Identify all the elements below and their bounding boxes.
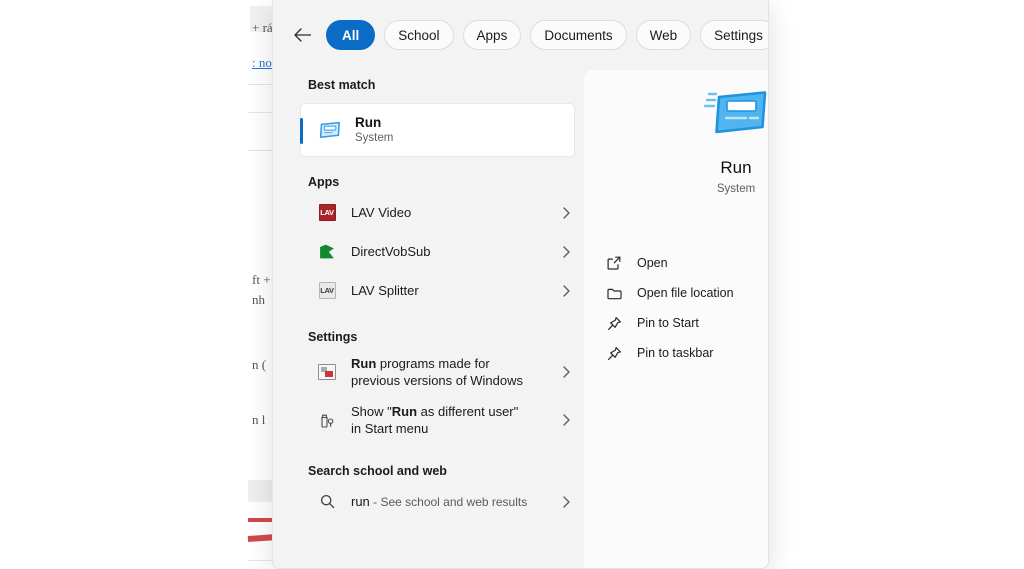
result-label: DirectVobSub — [351, 243, 431, 259]
chevron-right-icon[interactable] — [557, 245, 575, 258]
result-row-run-compatibility[interactable]: Run programs made for previous versions … — [300, 348, 575, 396]
folder-icon — [603, 287, 625, 300]
lav-splitter-icon-glyph: LAV — [318, 282, 336, 299]
bg-text-fragment: n ( — [252, 357, 267, 372]
lav-splitter-icon: LAV — [314, 282, 340, 299]
best-match-text: Run System — [355, 115, 393, 146]
back-icon[interactable] — [287, 20, 317, 50]
background-document: + rá : no ft + nh n ( n l — [0, 0, 290, 569]
chevron-right-icon[interactable] — [557, 366, 575, 378]
result-row-lav-splitter[interactable]: LAV LAV Splitter — [300, 271, 575, 310]
action-pin-to-taskbar[interactable]: Pin to taskbar — [597, 338, 768, 368]
group-header-apps: Apps — [308, 175, 340, 189]
action-label: Open file location — [637, 286, 734, 300]
bg-text-fragment: + rá — [252, 20, 273, 35]
flyout-body: Best match Run System Apps LAV LAV Video… — [273, 70, 768, 568]
result-label: Show "Run as different user" in Start me… — [351, 403, 557, 437]
compatibility-icon — [314, 364, 340, 380]
result-label: Run programs made for previous versions … — [351, 355, 557, 389]
filter-tab-apps[interactable]: Apps — [462, 20, 522, 50]
bg-text-fragment: ft + — [252, 272, 271, 287]
directvobsub-icon — [314, 243, 340, 260]
result-label-highlight: Run — [391, 403, 418, 419]
result-row-directvobsub[interactable]: DirectVobSub — [300, 232, 575, 271]
group-header-search-school-and-web: Search school and web — [308, 464, 447, 478]
search-icon — [314, 494, 340, 509]
preview-hero: Run System — [584, 70, 768, 218]
chevron-right-icon[interactable] — [557, 414, 575, 426]
action-label: Open — [637, 256, 668, 270]
result-label: run - See school and web results — [351, 493, 557, 511]
web-search-suffix: - See school and web results — [369, 494, 528, 509]
group-header-best-match: Best match — [308, 78, 376, 92]
bg-text-fragment: nh — [252, 292, 265, 307]
directvobsub-icon-glyph — [319, 243, 336, 260]
best-match-card-run[interactable]: Run System — [300, 103, 575, 157]
run-dialog-icon-large — [700, 86, 768, 144]
result-row-web-search[interactable]: run - See school and web results — [300, 482, 575, 521]
chevron-right-icon[interactable] — [557, 284, 575, 297]
result-label-line2: in Start menu — [351, 421, 429, 436]
action-pin-to-start[interactable]: Pin to Start — [597, 308, 768, 338]
result-label-rest: as different user" — [417, 403, 519, 419]
result-label: LAV Splitter — [351, 282, 419, 298]
search-results-list: Best match Run System Apps LAV LAV Video… — [273, 70, 584, 568]
preview-subtitle: System — [716, 183, 756, 195]
best-match-subtitle: System — [355, 132, 394, 145]
chevron-right-icon[interactable] — [557, 495, 575, 508]
run-dialog-icon — [315, 121, 345, 139]
result-label: LAV Video — [351, 204, 412, 220]
bg-text-fragment: n l — [252, 412, 266, 427]
preview-pane: Run System Open Open file location Pin t… — [584, 70, 768, 568]
action-label: Pin to Start — [637, 316, 699, 330]
compatibility-icon-glyph — [318, 364, 336, 380]
pin-icon — [603, 316, 625, 331]
group-header-settings: Settings — [308, 330, 358, 344]
lav-video-icon-glyph: LAV — [318, 204, 336, 221]
open-external-icon — [603, 256, 625, 270]
user-switch-icon — [314, 412, 340, 428]
result-row-lav-video[interactable]: LAV LAV Video — [300, 193, 575, 232]
result-label-lead: Show " — [351, 403, 392, 419]
filter-tab-all[interactable]: All — [326, 20, 376, 50]
screen-root: + rá : no ft + nh n ( n l All School App… — [0, 0, 1024, 569]
filter-tab-documents[interactable]: Documents — [530, 20, 627, 50]
pin-icon — [603, 346, 625, 361]
lav-video-icon: LAV — [314, 204, 340, 221]
bg-text-fragment-link: : no — [252, 55, 272, 70]
chevron-right-icon[interactable] — [557, 206, 575, 219]
search-flyout: All School Apps Documents Web Settings B… — [272, 0, 769, 569]
result-label-highlight: Run — [351, 355, 377, 371]
result-label-line2: previous versions of Windows — [351, 373, 523, 388]
action-open-file-location[interactable]: Open file location — [597, 278, 768, 308]
action-open[interactable]: Open — [597, 248, 768, 278]
search-filter-bar: All School Apps Documents Web Settings — [273, 0, 768, 70]
filter-tab-web[interactable]: Web — [635, 20, 692, 50]
best-match-title: Run — [355, 114, 382, 130]
result-row-run-as-different-user[interactable]: Show "Run as different user" in Start me… — [300, 396, 575, 444]
preview-action-list: Open Open file location Pin to Start Pin… — [584, 248, 768, 368]
filter-tab-school[interactable]: School — [384, 20, 454, 50]
selection-accent-bar — [300, 118, 303, 144]
web-search-query: run — [351, 493, 370, 509]
preview-title: Run — [720, 158, 752, 177]
filter-tab-settings[interactable]: Settings — [700, 20, 768, 50]
result-label-rest: programs made for — [376, 355, 490, 371]
action-label: Pin to taskbar — [637, 346, 714, 360]
